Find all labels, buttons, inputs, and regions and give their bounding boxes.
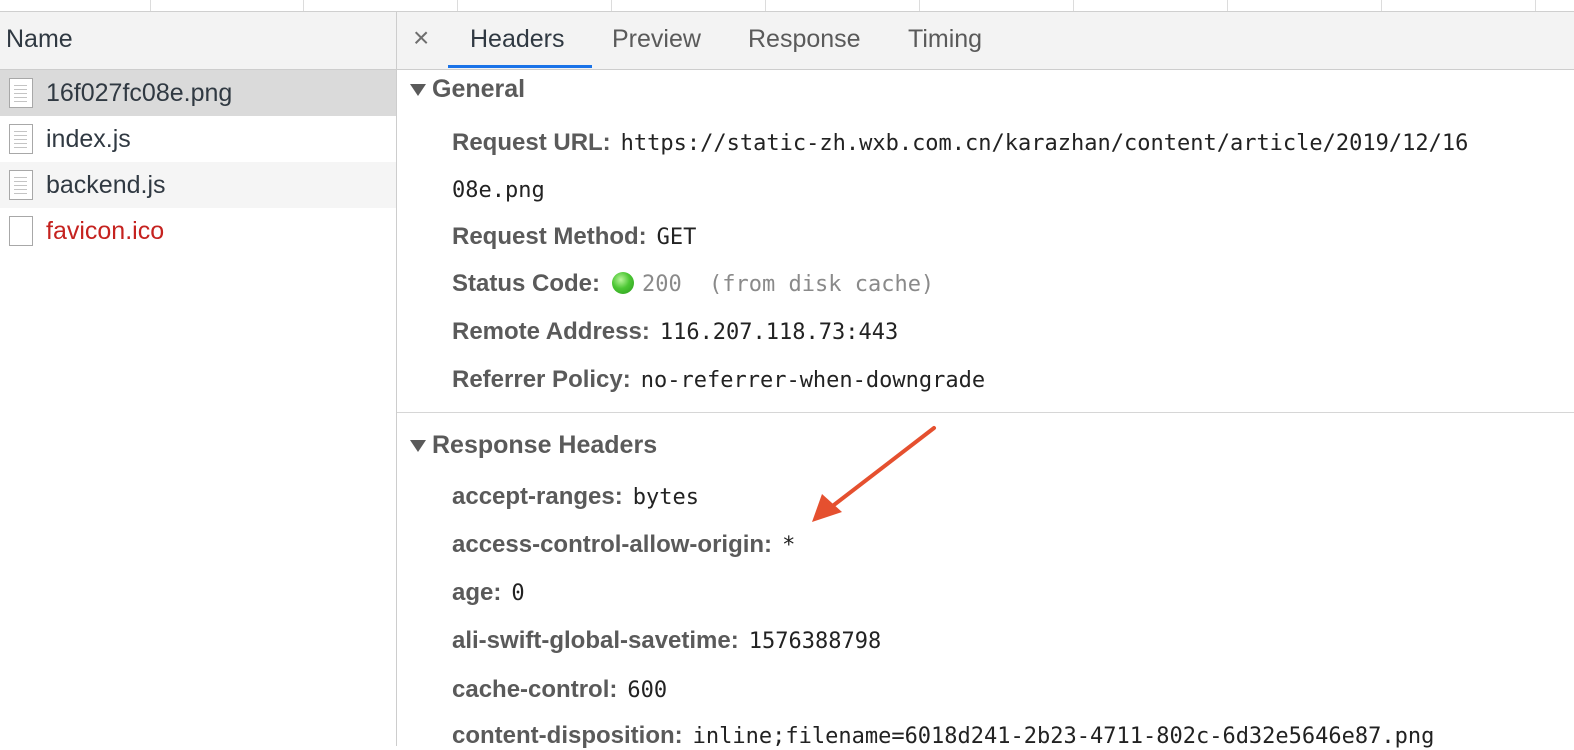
- ruler-tick: [1073, 0, 1074, 11]
- ruler-tick: [457, 0, 458, 11]
- request-row-index-js[interactable]: index.js: [0, 116, 396, 162]
- status-note: (from disk cache): [695, 272, 935, 297]
- request-name: index.js: [46, 125, 131, 153]
- detail-tabbar: × Headers Preview Response Timing: [397, 12, 1574, 70]
- request-name: favicon.ico: [46, 217, 165, 245]
- header-value: bytes: [632, 485, 699, 510]
- referrer-policy-row: Referrer Policy: no-referrer-when-downgra…: [452, 366, 985, 394]
- ruler-tick: [1535, 0, 1536, 11]
- general-section-title[interactable]: General: [432, 75, 525, 104]
- header-row: cache-control: 600: [452, 676, 667, 704]
- collapse-triangle-icon[interactable]: [410, 440, 426, 452]
- file-icon: [9, 124, 33, 154]
- request-row-backend-js[interactable]: backend.js: [0, 162, 396, 208]
- request-url-row: Request URL: https://static-zh.wxb.com.cn…: [452, 129, 1468, 157]
- ruler-tick: [1227, 0, 1228, 11]
- header-value: 1576388798: [748, 629, 882, 654]
- file-icon: [9, 170, 33, 200]
- request-row-favicon[interactable]: favicon.ico: [0, 208, 396, 254]
- header-row: accept-ranges: bytes: [452, 483, 699, 511]
- header-row: ali-swift-global-savetime: 1576388798: [452, 627, 881, 655]
- request-url-value-cont: 08e.png: [452, 178, 545, 203]
- ruler-tick: [303, 0, 304, 11]
- header-key: access-control-allow-origin:: [452, 531, 773, 558]
- remote-address-label: Remote Address:: [452, 318, 650, 345]
- referrer-policy-label: Referrer Policy:: [452, 366, 631, 393]
- header-key: content-disposition:: [452, 722, 683, 749]
- status-code-label: Status Code:: [452, 270, 601, 297]
- tab-response[interactable]: Response: [748, 25, 861, 54]
- request-url-value: https://static-zh.wxb.com.cn/karazhan/co…: [620, 131, 1469, 156]
- timeline-ruler: [0, 0, 1574, 12]
- section-divider: [397, 412, 1574, 413]
- header-key: ali-swift-global-savetime:: [452, 627, 739, 654]
- header-key: cache-control:: [452, 676, 618, 703]
- header-value: 600: [627, 678, 668, 703]
- request-method-label: Request Method:: [452, 223, 647, 250]
- active-tab-indicator: [448, 65, 592, 68]
- request-name: backend.js: [46, 171, 166, 199]
- status-code-value: 200: [642, 272, 682, 297]
- close-icon[interactable]: ×: [413, 22, 429, 54]
- request-row-16f027fc08e[interactable]: 16f027fc08e.png: [0, 70, 396, 116]
- remote-address-value: 116.207.118.73:443: [659, 320, 899, 345]
- status-code-row: Status Code: 200 (from disk cache): [452, 270, 934, 298]
- ruler-tick: [919, 0, 920, 11]
- header-row: access-control-allow-origin: *: [452, 531, 795, 559]
- file-icon: [9, 78, 33, 108]
- blank-file-icon: [9, 216, 33, 246]
- remote-address-row: Remote Address: 116.207.118.73:443: [452, 318, 898, 346]
- request-method-value: GET: [656, 225, 697, 250]
- header-value: 0: [511, 581, 525, 606]
- ruler-tick: [765, 0, 766, 11]
- ruler-tick: [150, 0, 151, 11]
- header-value: *: [782, 533, 796, 558]
- status-ok-icon: [612, 272, 635, 294]
- request-method-row: Request Method: GET: [452, 223, 696, 251]
- request-url-label: Request URL:: [452, 129, 611, 156]
- header-key: accept-ranges:: [452, 483, 623, 510]
- header-value: inline;filename=6018d241-2b23-4711-802c-…: [692, 724, 1435, 749]
- tab-preview[interactable]: Preview: [612, 25, 701, 54]
- collapse-triangle-icon[interactable]: [410, 84, 426, 96]
- header-row: age: 0: [452, 579, 525, 607]
- name-column-label: Name: [6, 25, 73, 53]
- ruler-tick: [1381, 0, 1382, 11]
- response-headers-section-title[interactable]: Response Headers: [432, 431, 657, 460]
- header-key: age:: [452, 579, 502, 606]
- tab-headers[interactable]: Headers: [470, 25, 565, 54]
- ruler-tick: [611, 0, 612, 11]
- tab-timing[interactable]: Timing: [908, 25, 982, 54]
- request-name: 16f027fc08e.png: [46, 79, 233, 107]
- name-column-header[interactable]: Name: [0, 12, 396, 70]
- request-list-pane: Name 16f027fc08e.png index.js backend.js…: [0, 12, 397, 746]
- request-url-continuation: 08e.png: [452, 176, 545, 204]
- referrer-policy-value: no-referrer-when-downgrade: [640, 368, 986, 393]
- arrow-icon: [812, 426, 936, 522]
